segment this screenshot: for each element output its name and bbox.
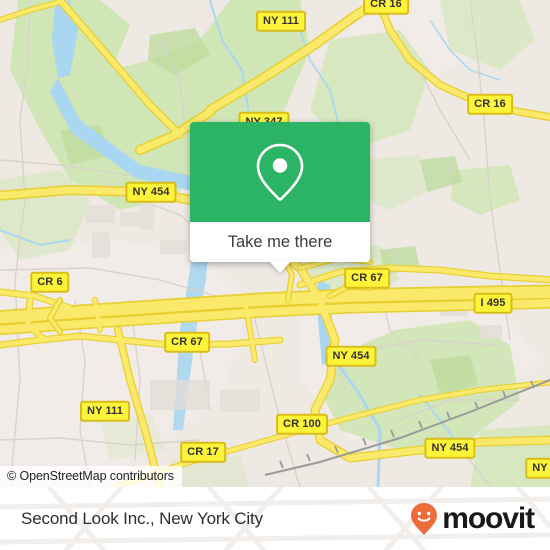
road-shield: CR 16 <box>363 0 409 15</box>
popup-pointer <box>269 261 291 273</box>
road-shield: CR 67 <box>344 267 390 289</box>
moovit-logo[interactable]: moovit <box>409 501 535 536</box>
place-title: Second Look Inc., New York City <box>21 508 263 528</box>
moovit-pin-icon <box>411 502 438 535</box>
road-shield: NY 454 <box>424 437 476 459</box>
road-shield: NY 454 <box>325 345 377 367</box>
road-shield: CR 16 <box>467 93 513 115</box>
footer-bar: Second Look Inc., New York City moovit <box>0 487 550 550</box>
road-shield: I 495 <box>473 292 513 314</box>
road-shield: CR 67 <box>164 331 210 353</box>
road-shield: CR 17 <box>180 441 226 463</box>
road-shield: CR 100 <box>276 413 328 435</box>
moovit-wordmark: moovit <box>442 501 535 535</box>
road-shield: CR 6 <box>30 271 70 293</box>
osm-attribution[interactable]: © OpenStreetMap contributors <box>0 466 182 487</box>
road-shield: NY 111 <box>80 400 130 422</box>
location-popup-card[interactable]: Take me there <box>190 122 370 262</box>
map-screenshot: CR 16NY 111CR 16NY 347NY 454CR 6CR 67I 4… <box>0 0 550 550</box>
road-shield: NY 454 <box>125 181 177 203</box>
take-me-there-button[interactable]: Take me there <box>190 222 370 262</box>
road-shield: NY 111 <box>256 10 306 32</box>
map-pin-icon <box>256 143 304 201</box>
popup-pin-area <box>190 122 370 222</box>
road-shield: NY <box>525 457 550 479</box>
